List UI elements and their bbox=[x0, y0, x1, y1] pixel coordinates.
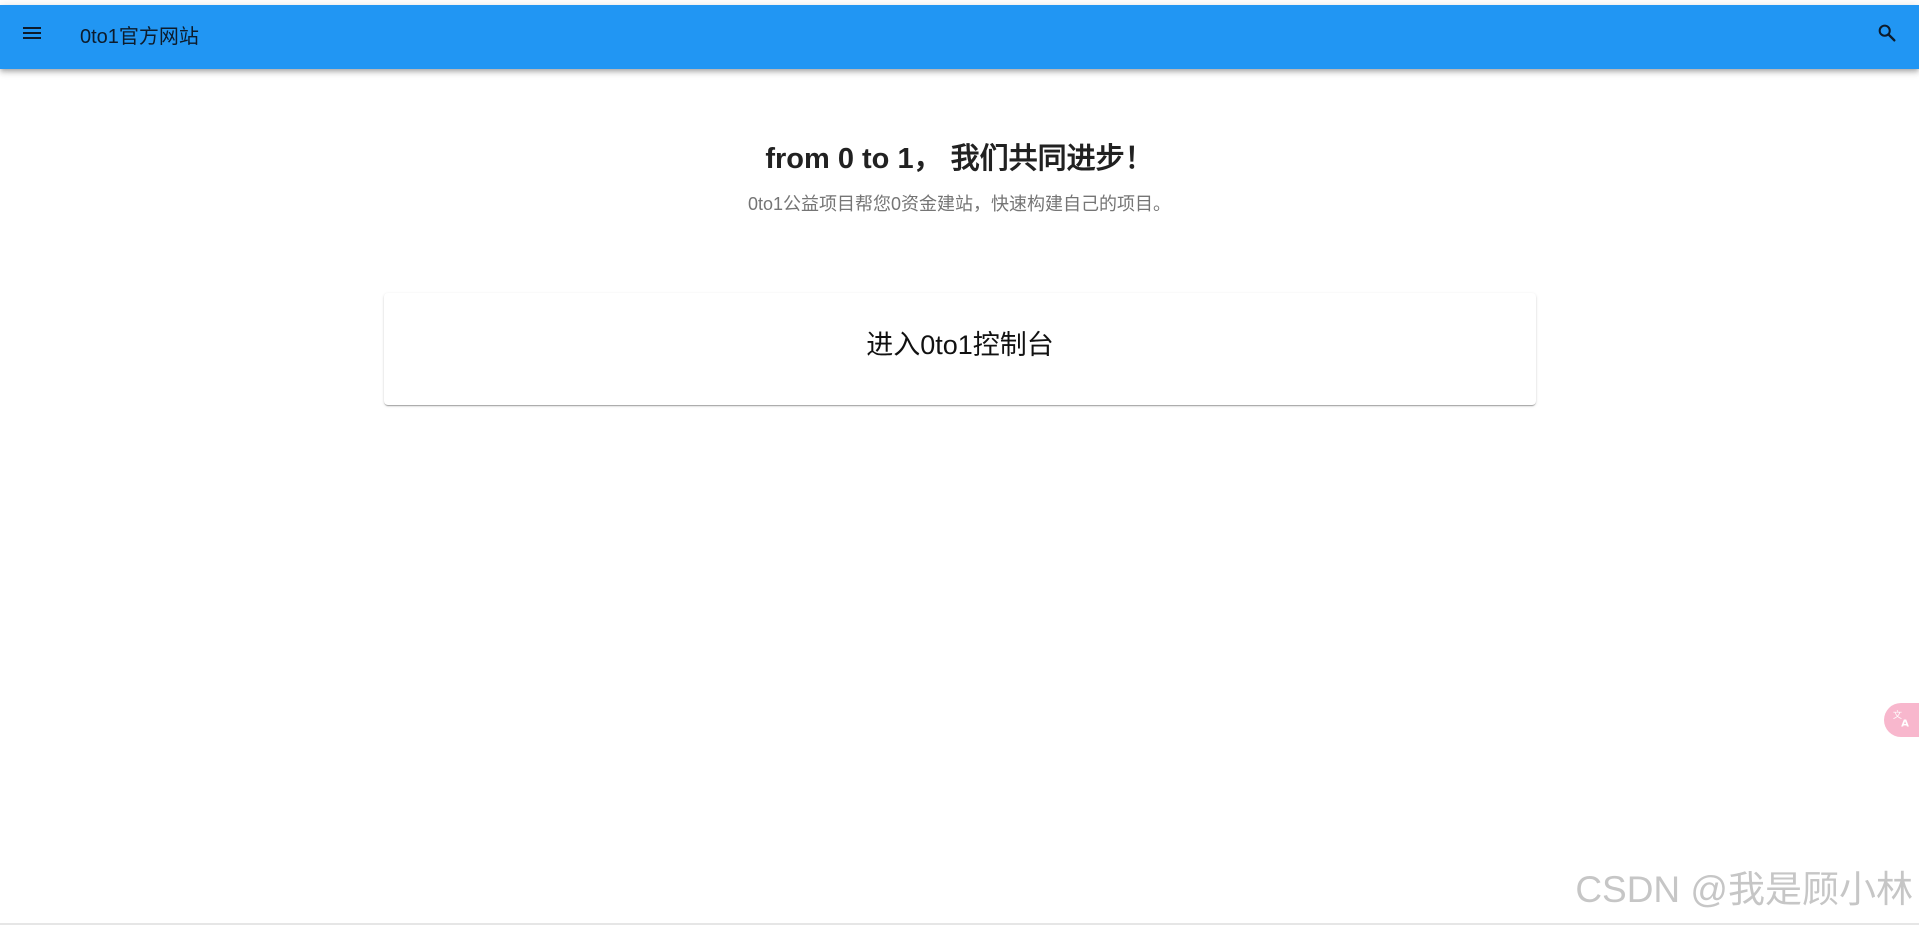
app-bar: 0to1官方网站 bbox=[0, 5, 1919, 69]
enter-console-label: 进入0to1控制台 bbox=[866, 330, 1054, 360]
svg-text:A: A bbox=[1901, 718, 1909, 729]
hero-title: from 0 to 1， 我们共同进步！ bbox=[765, 143, 1154, 175]
hero-subtitle: 0to1公益项目帮您0资金建站，快速构建自己的项目。 bbox=[747, 194, 1172, 214]
menu-button[interactable] bbox=[12, 15, 52, 55]
search-button[interactable] bbox=[1867, 15, 1907, 55]
enter-console-card[interactable]: 进入0to1控制台 bbox=[384, 293, 1536, 405]
translate-button[interactable]: 文 A bbox=[1884, 703, 1919, 737]
watermark: CSDN @我是顾小林 bbox=[1575, 869, 1913, 910]
app-title[interactable]: 0to1官方网站 bbox=[80, 25, 199, 49]
menu-icon bbox=[20, 21, 44, 50]
search-icon bbox=[1876, 22, 1898, 49]
page: 0to1官方网站 from 0 to 1， 我们共同进步！ 0to1公益项目帮您… bbox=[0, 0, 1919, 925]
translate-icon: 文 A bbox=[1892, 707, 1914, 734]
